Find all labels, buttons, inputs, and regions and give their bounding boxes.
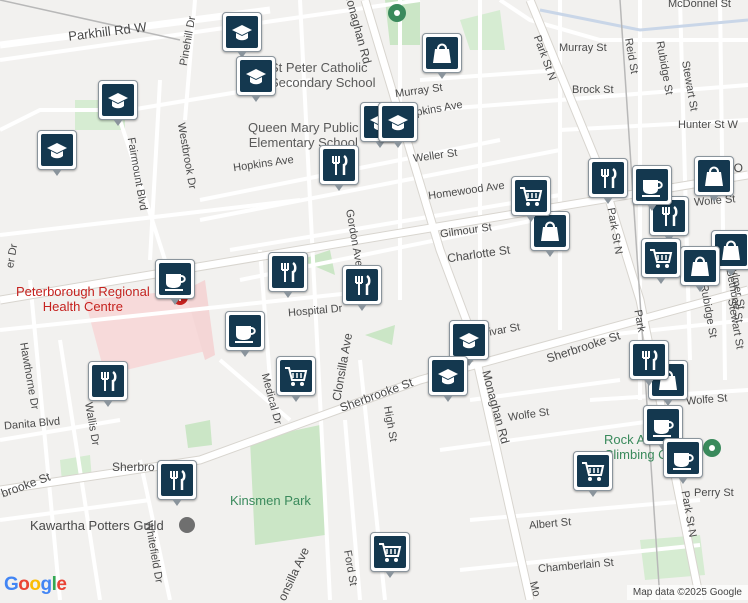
- cafe-pin[interactable]: [632, 165, 672, 211]
- street-label: Hunter St W: [678, 119, 738, 131]
- place-name: Kinsmen Park: [230, 493, 311, 508]
- school-icon: [226, 16, 258, 48]
- cafe-icon: [636, 169, 668, 201]
- cart-pin[interactable]: [276, 356, 316, 402]
- cafe-icon: [229, 315, 261, 347]
- restaurant-pin[interactable]: [157, 460, 197, 506]
- cart-icon: [374, 536, 406, 568]
- map-attribution: Map data ©2025 Google: [626, 585, 748, 600]
- restaurant-icon: [272, 256, 304, 288]
- restaurant-icon: [92, 365, 124, 397]
- school-pin[interactable]: [37, 130, 77, 176]
- restaurant-icon: [323, 149, 355, 181]
- school-icon: [102, 84, 134, 116]
- school-pin[interactable]: [222, 12, 262, 58]
- street-label: Murray St: [559, 42, 607, 54]
- cart-pin[interactable]: [573, 451, 613, 497]
- potters-guild-label[interactable]: Kawartha Potters Guild: [30, 518, 164, 533]
- school-pin[interactable]: [98, 80, 138, 126]
- cafe-pin[interactable]: [225, 311, 265, 357]
- cafe-icon: [159, 263, 191, 295]
- street-label: Brock St: [572, 84, 614, 96]
- restaurant-icon: [633, 344, 665, 376]
- school-pin[interactable]: [378, 102, 418, 148]
- cafe-pin[interactable]: [663, 438, 703, 484]
- restaurant-icon: [346, 269, 378, 301]
- shopping-bag-pin[interactable]: [694, 156, 734, 202]
- school-pin[interactable]: [449, 320, 489, 366]
- shopping-bag-pin[interactable]: [680, 246, 720, 292]
- cafe-pin[interactable]: [155, 259, 195, 305]
- restaurant-pin[interactable]: [268, 252, 308, 298]
- school-icon: [432, 360, 464, 392]
- shopping-bag-icon: [534, 215, 566, 247]
- school-icon: [41, 134, 73, 166]
- cart-pin[interactable]: [370, 532, 410, 578]
- school-icon: [382, 106, 414, 138]
- shopping-bag-pin[interactable]: [530, 211, 570, 257]
- cafe-icon: [667, 442, 699, 474]
- restaurant-pin[interactable]: [88, 361, 128, 407]
- school-icon: [240, 60, 272, 92]
- school-icon: [453, 324, 485, 356]
- street-label: Sherbro: [112, 460, 155, 474]
- hospital-label[interactable]: Peterborough Regional Health Centre: [16, 284, 150, 314]
- restaurant-pin[interactable]: [342, 265, 382, 311]
- google-logo: Google: [4, 574, 67, 595]
- cart-icon: [515, 180, 547, 212]
- kinsmen-park-label[interactable]: Kinsmen Park: [230, 493, 311, 508]
- restaurant-pin[interactable]: [629, 340, 669, 386]
- school-pin[interactable]: [428, 356, 468, 402]
- cafe-icon: [647, 409, 679, 441]
- restaurant-icon: [161, 464, 193, 496]
- cart-pin[interactable]: [511, 176, 551, 222]
- shopping-bag-icon: [698, 160, 730, 192]
- st-peter-school-label[interactable]: St Peter Catholic Secondary School: [270, 60, 376, 90]
- shopping-bag-icon: [426, 37, 458, 69]
- restaurant-pin[interactable]: [319, 145, 359, 191]
- school-pin[interactable]: [236, 56, 276, 102]
- place-name: St Peter Catholic Secondary School: [270, 60, 376, 90]
- cart-icon: [280, 360, 312, 392]
- street-label: McDonnel St: [668, 0, 731, 10]
- street-label: Perry St: [694, 487, 734, 499]
- restaurant-icon: [592, 162, 624, 194]
- cart-icon: [645, 242, 677, 274]
- shopping-bag-icon: [684, 250, 716, 282]
- place-name: Peterborough Regional Health Centre: [16, 284, 150, 314]
- place-name: Kawartha Potters Guild: [30, 518, 164, 533]
- restaurant-pin[interactable]: [588, 158, 628, 204]
- shopping-bag-pin[interactable]: [422, 33, 462, 79]
- cart-icon: [577, 455, 609, 487]
- cart-pin[interactable]: [641, 238, 681, 284]
